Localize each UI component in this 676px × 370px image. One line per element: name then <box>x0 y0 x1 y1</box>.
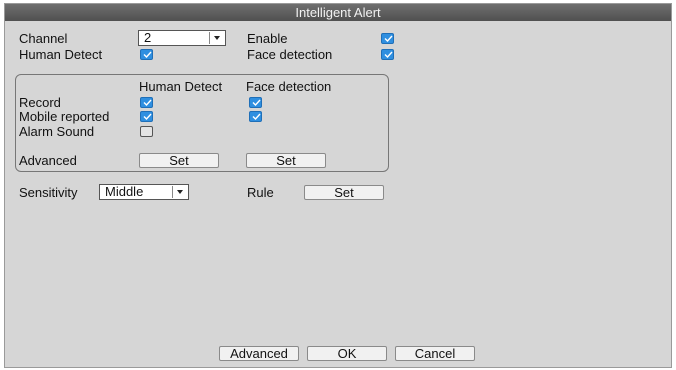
check-icon <box>252 99 261 106</box>
check-icon <box>143 51 152 58</box>
sensitivity-select[interactable]: Middle <box>99 184 189 200</box>
check-icon <box>384 51 393 58</box>
column-header-face-detection: Face detection <box>246 79 332 94</box>
check-icon <box>143 99 152 106</box>
channel-value: 2 <box>144 30 152 45</box>
check-icon <box>143 113 152 120</box>
intelligent-alert-dialog: Intelligent Alert Channel 2 Enable Human… <box>4 3 672 368</box>
chevron-down-icon[interactable] <box>172 186 187 198</box>
mobile-reported-label: Mobile reported <box>19 109 110 124</box>
alarm-sound-checkbox[interactable] <box>140 126 153 137</box>
sensitivity-value: Middle <box>105 184 144 199</box>
record-label: Record <box>19 95 61 110</box>
mobile-reported-human-checkbox[interactable] <box>140 111 153 122</box>
chevron-down-icon[interactable] <box>209 32 224 44</box>
ok-button[interactable]: OK <box>307 346 387 361</box>
advanced-label: Advanced <box>19 153 77 168</box>
channel-label: Channel <box>19 31 68 46</box>
enable-checkbox[interactable] <box>381 33 394 44</box>
human-detect-checkbox[interactable] <box>140 49 153 60</box>
cancel-button[interactable]: Cancel <box>395 346 475 361</box>
advanced-button[interactable]: Advanced <box>219 346 299 361</box>
sensitivity-label: Sensitivity <box>19 185 78 200</box>
face-detection-set-button[interactable]: Set <box>246 153 326 168</box>
check-icon <box>252 113 261 120</box>
human-detect-set-button[interactable]: Set <box>139 153 219 168</box>
check-icon <box>384 35 393 42</box>
face-detection-checkbox[interactable] <box>381 49 394 60</box>
record-human-checkbox[interactable] <box>140 97 153 108</box>
channel-select[interactable]: 2 <box>138 30 226 46</box>
record-face-checkbox[interactable] <box>249 97 262 108</box>
enable-label: Enable <box>247 31 288 46</box>
mobile-reported-face-checkbox[interactable] <box>249 111 262 122</box>
face-detection-label: Face detection <box>247 47 333 62</box>
rule-label: Rule <box>247 185 274 200</box>
column-header-human-detect: Human Detect <box>139 79 223 94</box>
rule-set-button[interactable]: Set <box>304 185 384 200</box>
dialog-title: Intelligent Alert <box>5 4 671 21</box>
alarm-sound-label: Alarm Sound <box>19 124 95 139</box>
human-detect-label: Human Detect <box>19 47 103 62</box>
